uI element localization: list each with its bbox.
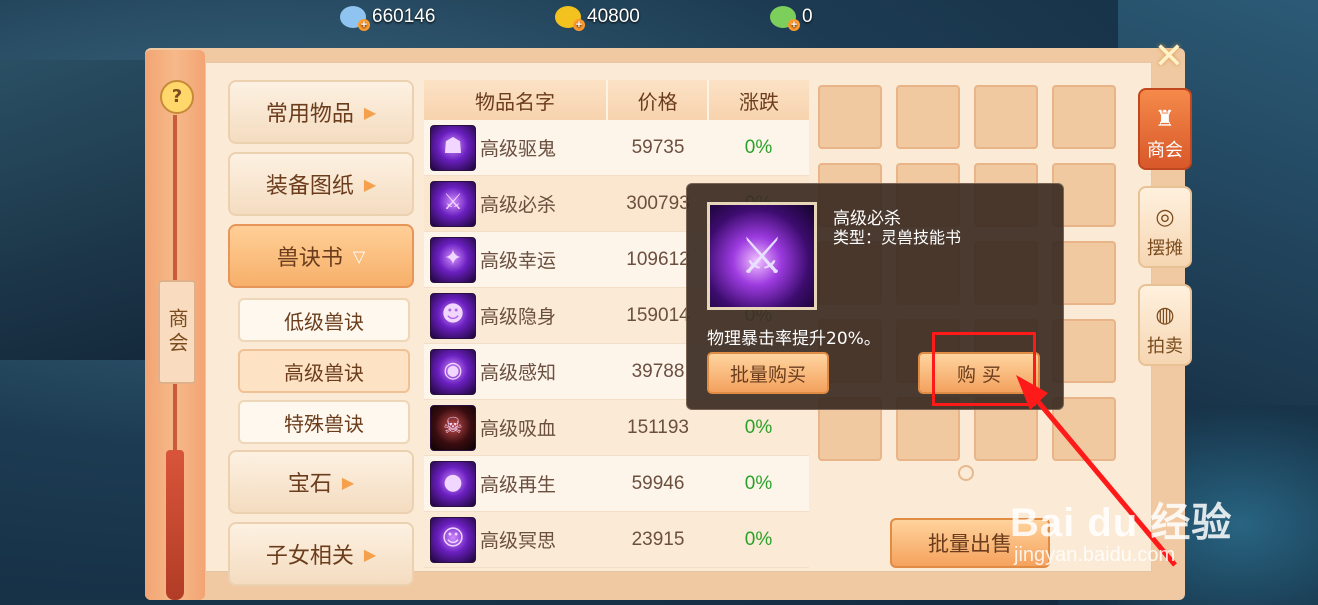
watermark-logo: Bai du 经验 — [1010, 501, 1233, 545]
watermark: Bai du 经验 jingyan.baidu.com — [1010, 490, 1232, 567]
